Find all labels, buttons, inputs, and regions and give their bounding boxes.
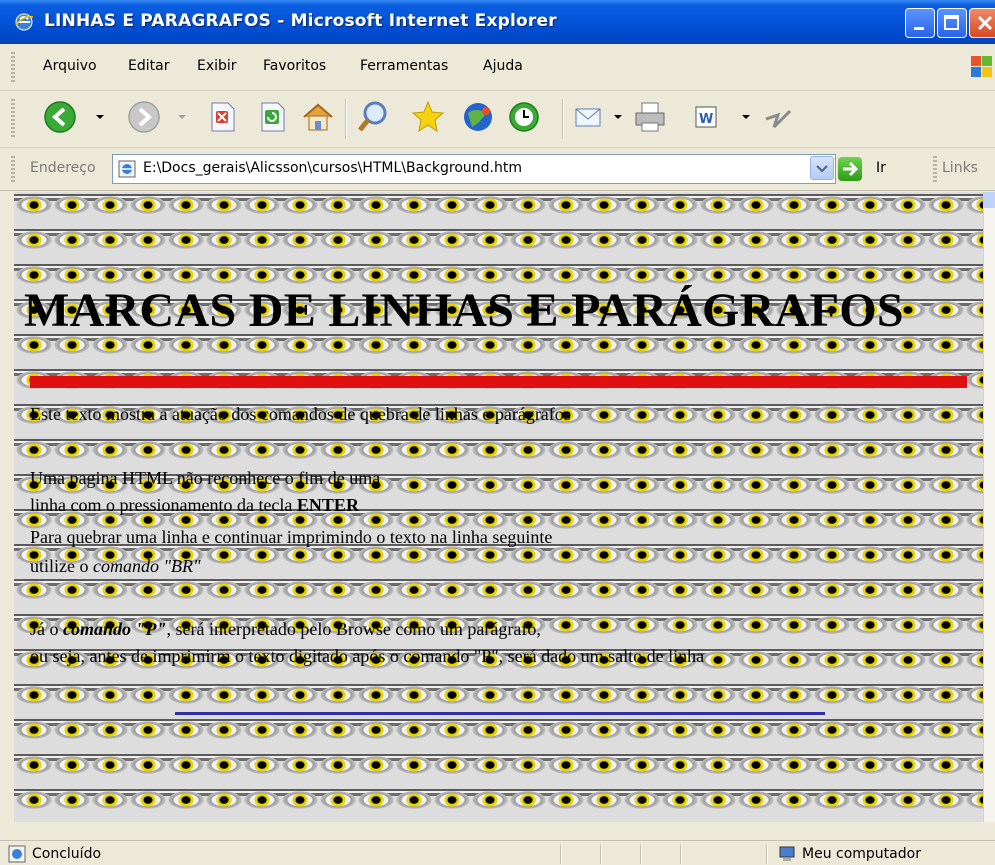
print-icon[interactable] [632, 99, 668, 135]
status-divider [766, 844, 768, 864]
mail-icon[interactable] [572, 99, 608, 135]
edit-icon[interactable]: W [688, 99, 724, 135]
address-label: Endereço [30, 160, 96, 176]
address-dropdown-button[interactable] [810, 156, 834, 180]
toolbar-separator [562, 99, 564, 139]
title-bar[interactable]: LINHAS E PARAGRAFOS - Microsoft Internet… [0, 0, 995, 44]
chevron-down-icon [816, 165, 828, 173]
vertical-scrollbar[interactable] [983, 192, 995, 822]
go-button[interactable] [838, 157, 862, 181]
svg-text:W: W [699, 112, 713, 127]
go-arrow-icon [843, 161, 859, 177]
menu-exibir[interactable]: Exibir [197, 58, 237, 74]
paragraph-line: Uma pagina HTML não reconhece o fim de u… [30, 468, 381, 488]
close-button[interactable] [969, 8, 995, 38]
history-icon[interactable] [506, 99, 542, 135]
refresh-icon[interactable] [254, 99, 290, 135]
address-input[interactable]: E:\Docs_gerais\Alicsson\cursos\HTML\Back… [112, 154, 836, 184]
menu-bar: Arquivo Editar Exibir Favoritos Ferramen… [0, 44, 995, 91]
status-text: Concluído [32, 846, 102, 862]
maximize-icon [944, 15, 959, 30]
red-horizontal-rule [30, 376, 967, 388]
address-grip[interactable] [11, 156, 15, 182]
computer-icon [779, 846, 795, 861]
paragraph-line: ou seja, antes de imprimirm o texto digi… [30, 646, 705, 666]
bold-text: ENTER [296, 495, 359, 515]
status-bar: Concluído Meu computador [0, 840, 995, 865]
ie-logo-icon [15, 13, 34, 31]
paragraph-line: Já o comando "P", será interpretado pelo… [30, 619, 541, 640]
italic-text: comando "BR" [92, 556, 201, 576]
address-bar: Endereço E:\Docs_gerais\Alicsson\cursos\… [0, 148, 995, 191]
status-divider [640, 844, 642, 864]
toolbar-separator [345, 99, 347, 139]
back-icon[interactable] [42, 99, 78, 135]
paragraph-line: utilize o comando "BR" [30, 556, 201, 577]
standard-toolbar: W [0, 91, 995, 148]
blue-horizontal-rule [175, 712, 825, 715]
page-done-icon [8, 845, 26, 863]
go-label[interactable]: Ir [876, 160, 886, 176]
status-divider [600, 844, 602, 864]
forward-icon[interactable] [126, 99, 162, 135]
menu-ajuda[interactable]: Ajuda [483, 58, 523, 74]
security-zone-text: Meu computador [802, 846, 921, 862]
page-icon [118, 160, 136, 178]
minimize-button[interactable] [905, 8, 935, 38]
line-text: Já o [30, 619, 63, 639]
page-heading: MARCAS DE LINHAS E PARÁGRAFOS [24, 284, 904, 337]
back-dropdown-icon[interactable] [96, 115, 104, 119]
maximize-button[interactable] [937, 8, 967, 38]
close-icon [977, 15, 993, 31]
menu-favoritos[interactable]: Favoritos [263, 58, 326, 74]
line-text: , será interpretado pelo Browse como um … [166, 619, 541, 639]
address-url: E:\Docs_gerais\Alicsson\cursos\HTML\Back… [143, 160, 522, 176]
media-icon[interactable] [460, 99, 496, 135]
scroll-up-button[interactable] [984, 192, 995, 208]
edit-dropdown-icon[interactable] [742, 115, 750, 119]
minimize-icon [914, 27, 924, 30]
messenger-icon[interactable] [760, 99, 796, 135]
links-grip[interactable] [933, 156, 937, 182]
links-button[interactable]: Links [942, 160, 978, 176]
mail-dropdown-icon[interactable] [614, 115, 622, 119]
menu-arquivo[interactable]: Arquivo [43, 58, 97, 74]
forward-dropdown-icon[interactable] [178, 115, 186, 119]
paragraph-line: Para quebrar uma linha e continuar impri… [30, 527, 553, 547]
menu-editar[interactable]: Editar [128, 58, 169, 74]
status-divider [560, 844, 562, 864]
menu-ferramentas[interactable]: Ferramentas [360, 58, 448, 74]
home-icon[interactable] [300, 99, 336, 135]
toolbar-grip[interactable] [11, 99, 15, 139]
paragraph-line: linha com o pressionamento da tecla ENTE… [30, 495, 359, 516]
bold-italic-text: comando "P" [63, 619, 167, 639]
browser-window: LINHAS E PARAGRAFOS - Microsoft Internet… [0, 0, 995, 865]
intro-paragraph: Este texto mostra a atuação dos comandos… [30, 404, 571, 424]
menu-grip[interactable] [11, 52, 15, 82]
windows-logo-icon [971, 56, 992, 77]
favorites-icon[interactable] [410, 99, 446, 135]
window-title: LINHAS E PARAGRAFOS - Microsoft Internet… [44, 11, 557, 31]
line-text: linha com o pressionamento da tecla [30, 495, 297, 515]
search-icon[interactable] [355, 99, 391, 135]
status-divider [680, 844, 682, 864]
line-text: utilize o [30, 556, 93, 576]
stop-icon[interactable] [204, 99, 240, 135]
